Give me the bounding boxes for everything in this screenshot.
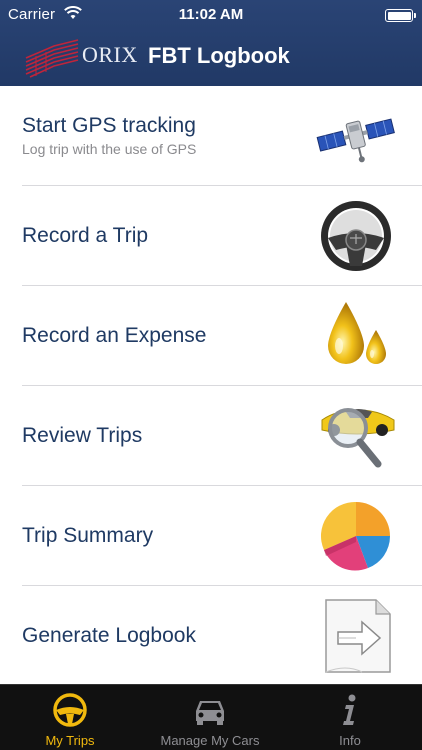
oil-drops-icon	[328, 302, 386, 364]
satellite-icon	[316, 118, 395, 163]
menu-item-trip-summary[interactable]: Trip Summary	[0, 486, 422, 586]
tab-my-trips[interactable]: My Trips	[0, 685, 140, 750]
tab-label: Manage My Cars	[160, 733, 260, 748]
car-magnifier-icon	[321, 408, 395, 468]
steering-wheel-icon	[53, 693, 87, 727]
page-title: FBT Logbook	[148, 43, 290, 68]
menu-item-subtitle: Log trip with the use of GPS	[22, 141, 197, 157]
menu-item-review-trips[interactable]: Review Trips	[0, 386, 422, 486]
orix-logo-icon	[25, 39, 79, 78]
tab-label: My Trips	[45, 733, 95, 748]
menu-item-label: Record an Expense	[22, 324, 207, 347]
battery-icon	[385, 9, 416, 22]
car-icon	[196, 701, 224, 725]
document-arrow-icon	[325, 599, 391, 673]
tab-manage-my-cars[interactable]: Manage My Cars	[140, 685, 280, 750]
tab-info[interactable]: Info	[280, 685, 420, 750]
menu-item-label: Generate Logbook	[22, 624, 196, 647]
status-time: 11:02 AM	[178, 6, 244, 23]
tab-label: Info	[339, 733, 361, 748]
info-icon	[343, 694, 356, 725]
tab-bar: My Trips Manage My Cars Info	[0, 684, 422, 750]
app-header: Carrier 11:02 AM ORIX FBT Logbook	[0, 0, 422, 86]
brand-name: ORIX	[82, 42, 138, 67]
menu-item-start-gps[interactable]: Start GPS tracking Log trip with the use…	[0, 86, 422, 186]
menu-item-label: Trip Summary	[22, 524, 154, 547]
menu-item-label: Start GPS tracking	[22, 114, 196, 137]
menu-item-record-trip[interactable]: Record a Trip	[0, 186, 422, 286]
menu-item-label: Review Trips	[22, 424, 143, 447]
menu-item-label: Record a Trip	[22, 224, 149, 247]
menu-item-generate-logbook[interactable]: Generate Logbook	[0, 586, 422, 686]
status-bar: Carrier 11:02 AM	[0, 0, 422, 30]
menu-item-record-expense[interactable]: Record an Expense	[0, 286, 422, 386]
main-menu: Start GPS tracking Log trip with the use…	[0, 86, 422, 686]
steering-wheel-icon	[321, 201, 391, 271]
pie-chart-icon	[320, 501, 391, 571]
